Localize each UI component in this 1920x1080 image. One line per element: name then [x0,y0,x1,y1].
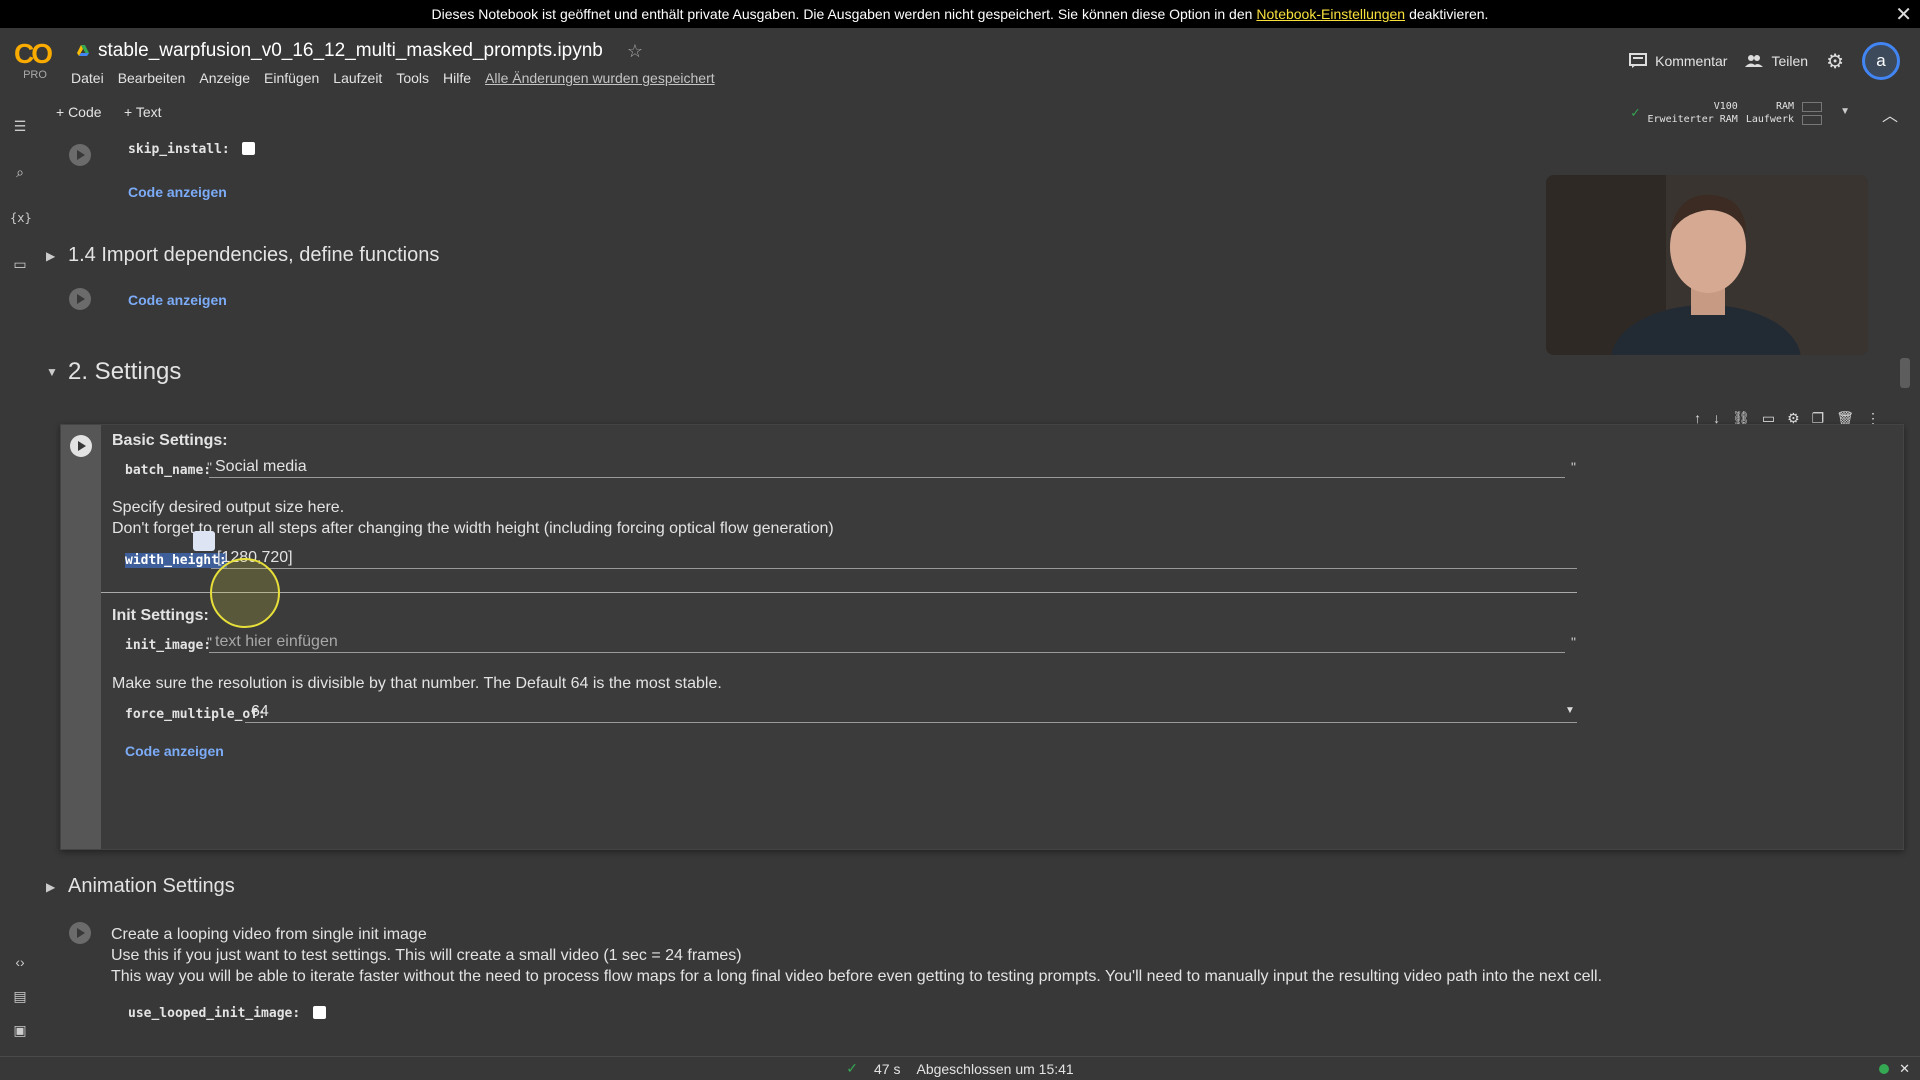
save-status[interactable]: Alle Änderungen wurden gespeichert [485,70,715,86]
basic-settings-heading: Basic Settings: [112,432,228,449]
skip-install-param: skip_install: [128,140,256,158]
menu-anzeige[interactable]: Anzeige [199,70,250,86]
run-cell-button[interactable] [70,435,92,457]
chevron-right-icon: ▶ [46,248,56,263]
chevron-down-icon[interactable]: ▼ [1565,705,1575,716]
chevron-up-icon[interactable]: ︿ [1882,102,1898,126]
star-icon[interactable]: ☆ [627,41,643,62]
check-icon: ✓ [846,1060,859,1076]
connection-status-icon [1879,1064,1890,1074]
left-sidebar: ☰ ⌕ {x} ▭ ‹› ▤ ▣ [0,104,40,1060]
disk-label: Laufwerk [1745,114,1794,125]
cell-divider [101,592,1577,593]
webcam-image [1546,175,1868,355]
toc-icon[interactable]: ☰ [10,116,30,136]
add-text-button[interactable]: + Text [124,104,162,120]
menu-bearbeiten[interactable]: Bearbeiten [118,70,186,86]
share-button[interactable]: Teilen [1745,53,1808,69]
completion-status[interactable]: Abgeschlossen um 15:41 [916,1061,1073,1077]
menu-tools[interactable]: Tools [396,70,429,86]
quote-mark: " [1571,634,1576,650]
info-banner: Dieses Notebook ist geöffnet und enthält… [0,0,1920,28]
menu-einfuegen[interactable]: Einfügen [264,70,319,86]
notebook-settings-link[interactable]: Notebook-Einstellungen [1256,6,1405,22]
cursor-highlight [210,558,280,628]
gpu-label: V100 [1713,101,1738,112]
show-code-link[interactable]: Code anzeigen [128,184,227,200]
batch-name-input[interactable]: Social media [209,458,1565,478]
run-cell-button[interactable] [69,144,91,166]
section-heading-animation[interactable]: ▶ Animation Settings [46,875,235,898]
gear-icon[interactable]: ⚙ [1826,49,1844,74]
menu-hilfe[interactable]: Hilfe [443,70,471,86]
banner-text: Dieses Notebook ist geöffnet und enthält… [431,6,1253,22]
loop-help: Create a looping video from single init … [111,926,427,943]
loop-help: This way you will be able to iterate fas… [111,968,1603,985]
command-palette-icon[interactable]: ▤ [10,986,30,1006]
use-looped-param: use_looped_init_image: [128,1004,326,1022]
section-heading-1-4[interactable]: ▶ 1.4 Import dependencies, define functi… [46,244,439,267]
ram-label: RAM [1775,101,1794,112]
status-bar: ✓ 47 s Abgeschlossen um 15:41 ✕ [0,1056,1920,1080]
comment-icon [1629,53,1648,68]
batch-name-label: batch_name: [125,463,212,478]
people-icon [1745,55,1764,67]
drive-icon [77,45,89,56]
menu-laufzeit[interactable]: Laufzeit [333,70,382,86]
show-code-link[interactable]: Code anzeigen [125,743,224,759]
resolution-help: Make sure the resolution is divisible by… [112,675,722,692]
cell-gutter [61,425,101,849]
resource-bars [1802,101,1822,125]
translate-icon[interactable] [193,531,215,551]
notebook-title[interactable]: stable_warpfusion_v0_16_12_multi_masked_… [98,40,603,62]
close-icon[interactable]: ✕ [1895,2,1912,27]
use-looped-checkbox[interactable] [312,1006,326,1020]
init-image-input[interactable]: text hier einfügen [209,633,1565,653]
notebook-content: skip_install: Code anzeigen ▶ 1.4 Import… [40,132,1910,1044]
init-settings-heading: Init Settings: [112,607,209,624]
menu-datei[interactable]: Datei [71,70,104,86]
init-image-label: init_image: [125,638,212,653]
run-cell-button[interactable] [69,288,91,310]
show-code-link[interactable]: Code anzeigen [128,292,227,308]
webcam-overlay [1546,175,1868,355]
close-icon[interactable]: ✕ [1899,1061,1910,1077]
runtime-status[interactable]: ✓ V100 Erweiterter RAM RAM Laufwerk [1631,100,1822,126]
loop-help: Use this if you just want to test settin… [111,947,742,964]
folder-icon[interactable]: ▭ [10,254,30,274]
force-multiple-select[interactable]: 64 [245,703,1577,723]
vertical-scrollbar[interactable] [1900,358,1910,388]
add-code-button[interactable]: + Code [56,104,102,120]
width-height-input[interactable]: [1280,720] [211,549,1577,569]
chevron-down-icon[interactable]: ▼ [1840,106,1850,117]
menu-bar: Datei Bearbeiten Anzeige Einfügen Laufze… [71,70,715,86]
search-icon[interactable]: ⌕ [10,162,30,182]
comment-button[interactable]: Kommentar [1629,53,1727,69]
check-icon: ✓ [1631,105,1640,121]
settings-cell[interactable]: Basic Settings: batch_name: " Social med… [60,424,1904,850]
ram-mode-label: Erweiterter RAM [1647,114,1738,125]
chevron-down-icon: ▼ [46,365,58,379]
output-size-help: Don't forget to rerun all steps after ch… [112,520,834,537]
plan-badge: PRO [23,69,47,81]
run-cell-button[interactable] [69,922,91,944]
output-size-help: Specify desired output size here. [112,499,345,516]
run-duration: 47 s [874,1060,901,1077]
avatar[interactable]: a [1862,42,1900,80]
terminal-icon[interactable]: ▣ [10,1020,30,1040]
notebook-toolbar: + Code + Text ✓ V100 Erweiterter RAM RAM… [40,96,1920,132]
header: CO PRO stable_warpfusion_v0_16_12_multi_… [0,28,1920,92]
colab-logo[interactable]: CO PRO [14,40,56,82]
variables-icon[interactable]: {x} [10,208,32,228]
skip-install-checkbox[interactable] [242,142,256,156]
quote-mark: " [1571,459,1576,475]
chevron-right-icon: ▶ [46,879,56,894]
code-snippets-icon[interactable]: ‹› [10,952,30,972]
section-heading-settings[interactable]: ▼ 2. Settings [46,358,181,386]
banner-text-end: deaktivieren. [1409,6,1489,22]
